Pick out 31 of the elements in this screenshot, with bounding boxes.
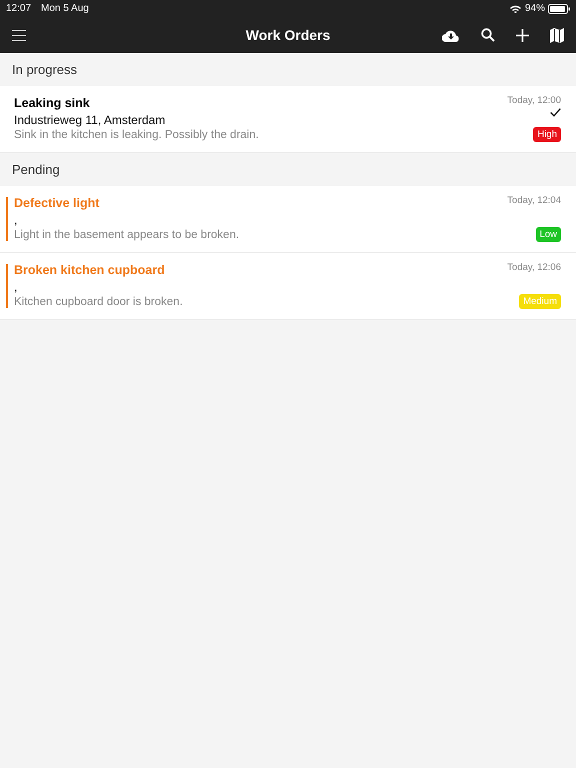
- order-time: Today, 12:00: [507, 95, 561, 106]
- search-icon[interactable]: [481, 28, 495, 42]
- battery-percent: 94%: [524, 3, 545, 14]
- priority-badge: High: [533, 127, 561, 142]
- status-time: 12:07: [6, 3, 32, 14]
- order-address: ,: [14, 213, 18, 227]
- order-address: ,: [14, 280, 18, 294]
- work-order-row[interactable]: Broken kitchen cupboard , Kitchen cupboard door is broken. Today, 12:06 Medium: [0, 253, 576, 320]
- status-date: Mon 5 Aug: [41, 3, 89, 14]
- order-description: Light in the basement appears to be broken.: [14, 228, 240, 242]
- order-description: Kitchen cupboard door is broken.: [14, 295, 184, 309]
- priority-badge: Medium: [519, 294, 561, 309]
- map-icon[interactable]: [550, 28, 564, 42]
- work-order-row[interactable]: Leaking sink Industrieweg 11, Amsterdam Sink in the kitchen is leaking. Possibly the drain. Today, 12:00 High: [0, 86, 576, 153]
- add-icon[interactable]: [516, 28, 529, 42]
- order-time: Today, 12:06: [507, 262, 561, 273]
- wifi-icon: [510, 4, 521, 12]
- priority-badge: Low: [536, 227, 561, 242]
- order-title: Broken kitchen cupboard: [14, 262, 166, 279]
- work-order-row[interactable]: Defective light , Light in the basement appears to be broken. Today, 12:04 Low: [0, 186, 576, 253]
- order-title: Defective light: [14, 195, 100, 212]
- section-header: Pending: [12, 162, 60, 177]
- order-title: Leaking sink: [14, 95, 91, 112]
- menu-icon[interactable]: [12, 30, 26, 40]
- cloud-download-icon[interactable]: [442, 28, 460, 42]
- section-header: In progress: [12, 62, 78, 77]
- order-address: Industrieweg 11, Amsterdam: [14, 113, 166, 127]
- order-description: Sink in the kitchen is leaking. Possibly the drain.: [14, 128, 260, 142]
- window-title: Work Orders: [246, 27, 330, 43]
- order-time: Today, 12:04: [507, 195, 561, 206]
- battery-icon: [548, 4, 570, 14]
